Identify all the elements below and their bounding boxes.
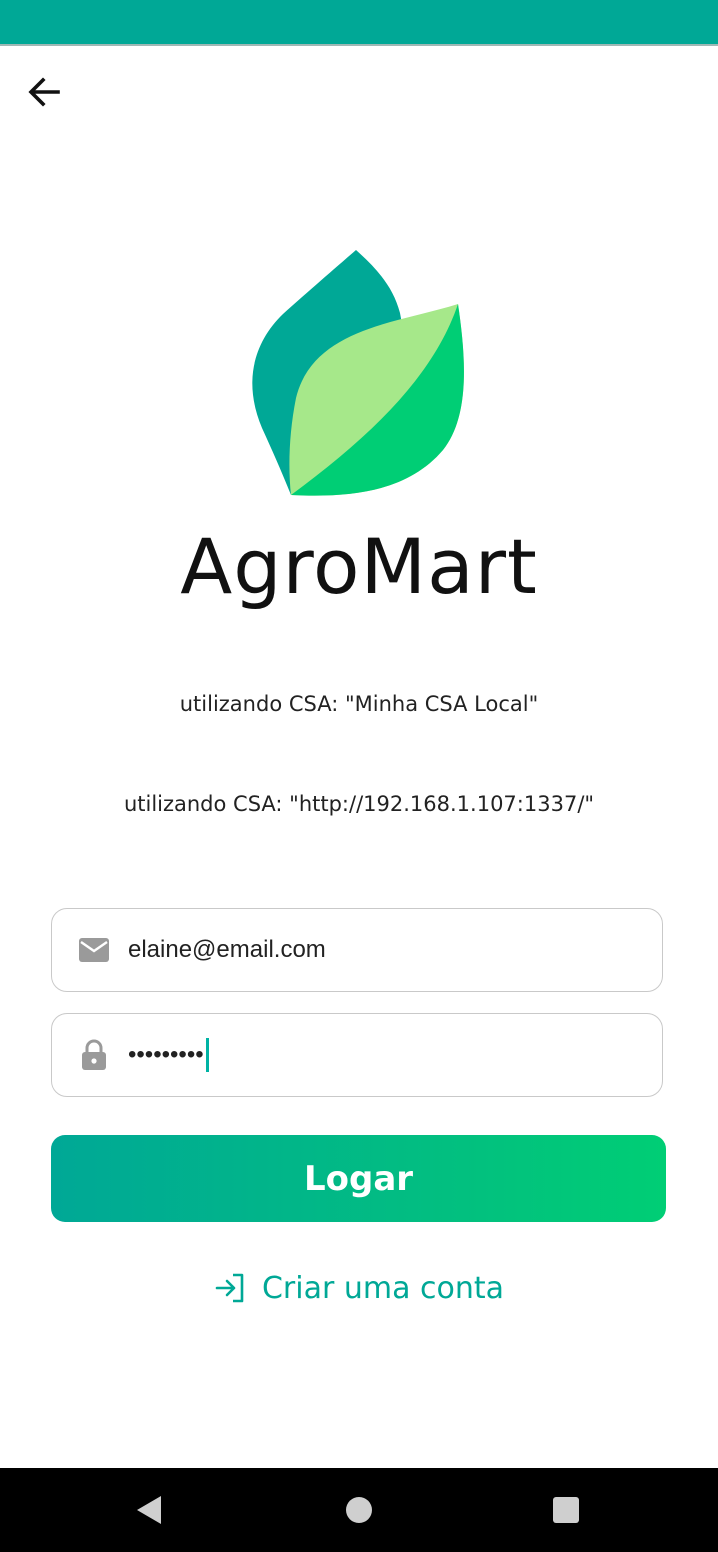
password-value[interactable]: ••••••••• <box>128 1041 204 1069</box>
arrow-left-icon <box>28 77 60 107</box>
status-bar <box>0 0 718 46</box>
nav-recents-button[interactable] <box>546 1490 586 1530</box>
email-value[interactable]: elaine@email.com <box>128 936 326 964</box>
lock-icon <box>78 1039 110 1071</box>
nav-home-icon <box>346 1497 372 1523</box>
nav-back-button[interactable] <box>130 1490 170 1530</box>
nav-back-icon <box>137 1496 161 1524</box>
back-button[interactable] <box>14 62 74 122</box>
csa-name-text: utilizando CSA: "Minha CSA Local" <box>179 692 539 716</box>
nav-home-button[interactable] <box>339 1490 379 1530</box>
nav-recents-icon <box>553 1497 579 1523</box>
login-arrow-icon <box>215 1273 244 1303</box>
text-caret <box>205 1038 209 1072</box>
system-nav-bar <box>0 1468 718 1552</box>
mail-icon <box>78 934 110 966</box>
csa-url-text: utilizando CSA: "http://192.168.1.107:13… <box>123 792 595 816</box>
login-button-label: Logar <box>303 1158 414 1199</box>
leaf-logo-icon <box>252 250 464 496</box>
create-account-label: Criar uma conta <box>261 1270 505 1306</box>
email-field[interactable]: elaine@email.com <box>51 908 663 992</box>
login-button[interactable]: Logar <box>51 1135 666 1222</box>
create-account-link[interactable]: Criar uma conta <box>0 1262 718 1314</box>
password-field[interactable]: ••••••••• <box>51 1013 663 1097</box>
app-title: AgroMart <box>180 522 538 611</box>
